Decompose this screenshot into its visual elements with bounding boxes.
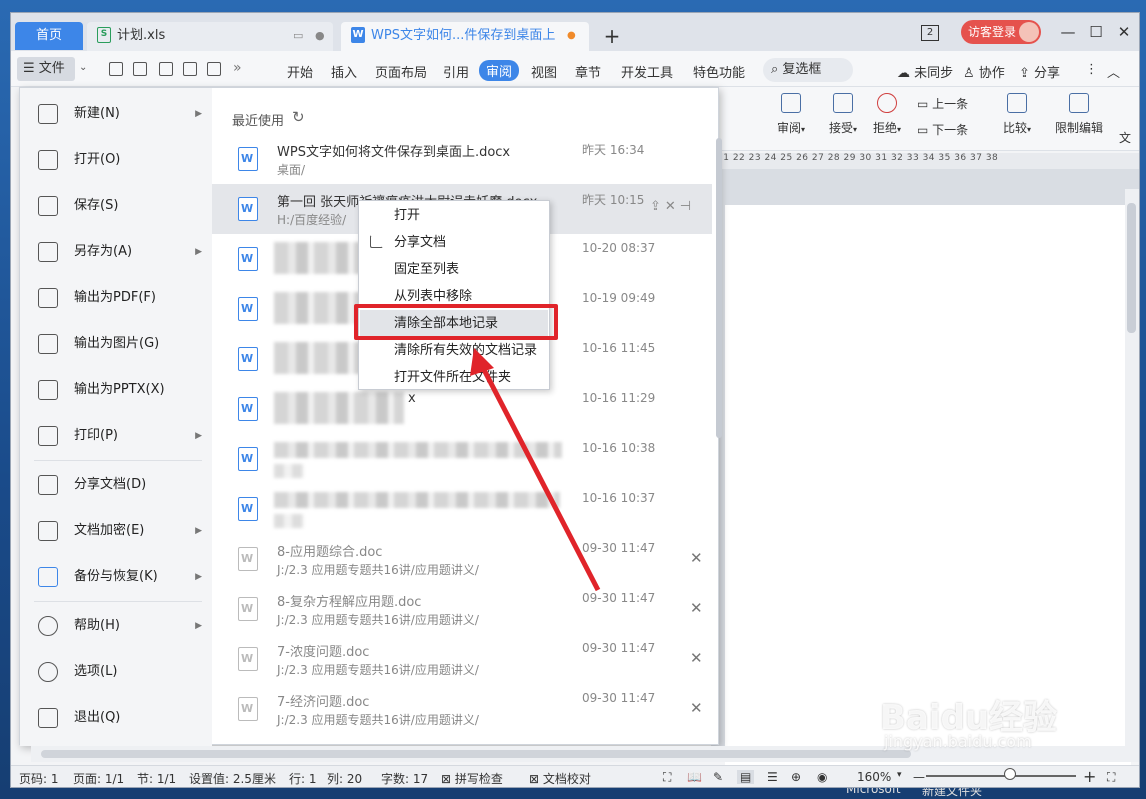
baidu-watermark: Baidu经验 jingyan.baidu.com bbox=[880, 690, 1110, 770]
arrow-head bbox=[470, 348, 494, 376]
watermark-sub: jingyan.baidu.com bbox=[884, 732, 1032, 751]
arrow-shaft bbox=[477, 360, 601, 592]
annotation-arrow bbox=[470, 348, 601, 592]
